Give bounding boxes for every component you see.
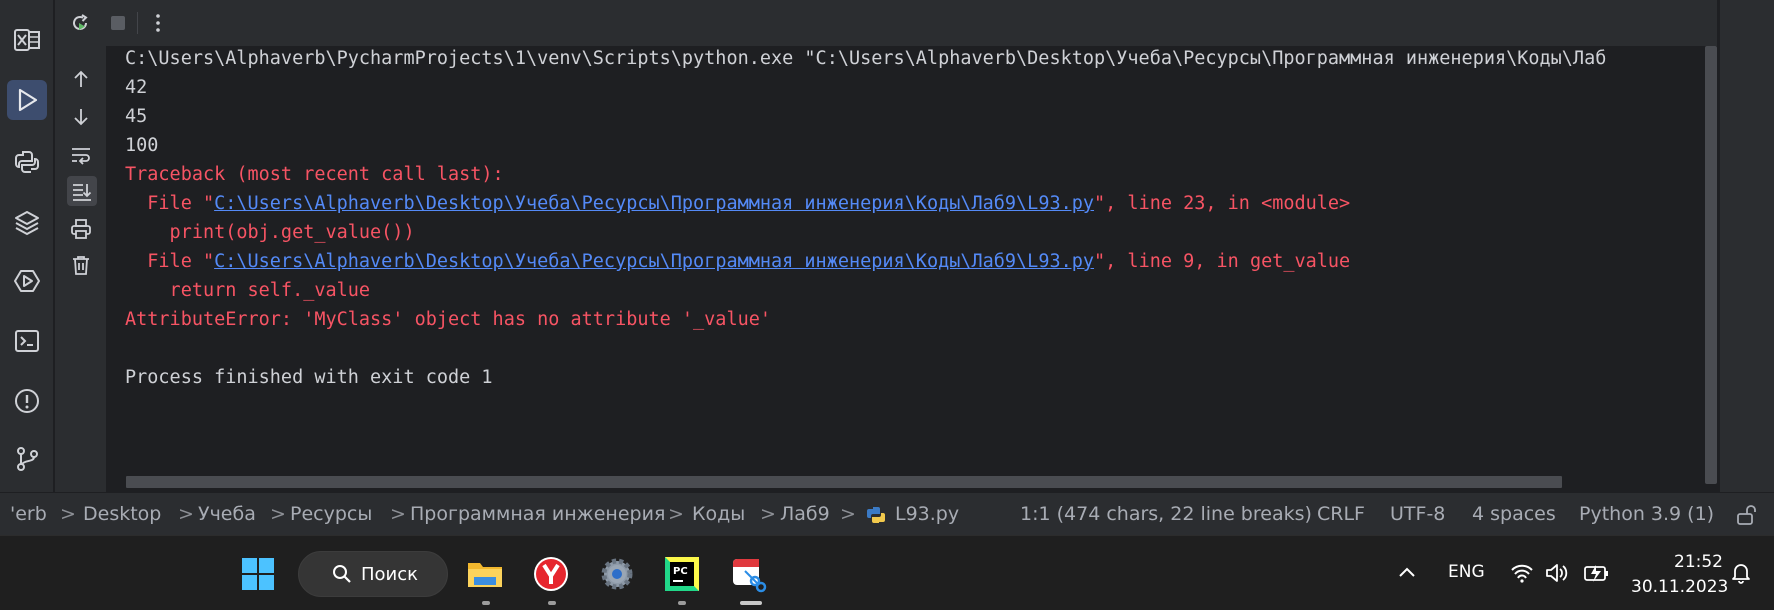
arrow-down-icon[interactable]: [68, 104, 94, 130]
error-message: AttributeError: 'MyClass' object has no …: [125, 309, 772, 330]
traceback-frame: File "C:\Users\Alphaverb\Desktop\Учеба\Р…: [125, 189, 1350, 219]
more-options-icon[interactable]: [145, 10, 171, 36]
breadcrumb-item[interactable]: Программная инженерия: [410, 493, 665, 536]
breadcrumb-item[interactable]: Коды: [692, 493, 745, 536]
frame-prefix: File ": [125, 251, 215, 272]
breadcrumb-item[interactable]: Учеба: [198, 493, 256, 536]
right-tool-strip: [1719, 0, 1774, 492]
volume-icon[interactable]: [1545, 562, 1569, 588]
frame-suffix: ", line 9, in get_value: [1094, 251, 1351, 272]
horizontal-scrollbar[interactable]: [126, 476, 1562, 488]
language-indicator[interactable]: ENG: [1448, 562, 1485, 582]
active-indicator: [740, 601, 762, 605]
svg-text:PC: PC: [673, 566, 688, 577]
breadcrumb-item[interactable]: Ресурсы: [290, 493, 372, 536]
frame-prefix: File ": [125, 193, 215, 214]
breadcrumb-separator: >: [668, 503, 684, 525]
caret-position[interactable]: 1:1 (474 chars, 22 line breaks): [1020, 493, 1312, 536]
breadcrumb-item[interactable]: Лаб9: [780, 493, 830, 536]
arrow-up-icon[interactable]: [68, 66, 94, 92]
indent-setting[interactable]: 4 spaces: [1472, 493, 1556, 536]
running-indicator: [482, 601, 490, 605]
breadcrumb-item[interactable]: Desktop: [83, 493, 161, 536]
clock-date[interactable]: 30.11.2023: [1631, 577, 1728, 597]
run-tool-icon[interactable]: [7, 80, 47, 120]
running-indicator: [548, 601, 556, 605]
python-console-icon[interactable]: [11, 146, 43, 178]
vertical-scrollbar[interactable]: [1705, 46, 1717, 484]
layers-icon[interactable]: [11, 206, 43, 238]
search-icon: [331, 563, 353, 589]
file-link[interactable]: C:\Users\Alphaverb\Desktop\Учеба\Ресурсы…: [214, 251, 1094, 272]
snipping-tool-icon[interactable]: [728, 554, 768, 594]
excel-icon[interactable]: [11, 24, 43, 56]
windows-start-icon[interactable]: [238, 554, 278, 594]
print-icon[interactable]: [68, 216, 94, 242]
python-file-icon: [866, 505, 886, 525]
breadcrumb-separator: >: [760, 503, 776, 525]
clock-time[interactable]: 21:52: [1674, 552, 1723, 572]
breadcrumb-item[interactable]: 'erb: [10, 493, 47, 536]
scroll-to-end-icon[interactable]: [67, 176, 97, 206]
battery-charging-icon[interactable]: [1582, 561, 1610, 589]
running-indicator: [678, 601, 686, 605]
services-icon[interactable]: [11, 265, 43, 297]
file-explorer-icon[interactable]: [465, 554, 505, 594]
status-bar: 'erb > Desktop > Учеба > Ресурсы > Прогр…: [0, 492, 1774, 535]
exit-message: Process finished with exit code 1: [125, 367, 493, 388]
interpreter[interactable]: Python 3.9 (1): [1579, 493, 1714, 536]
search-label: Поиск: [361, 564, 419, 585]
file-link[interactable]: C:\Users\Alphaverb\Desktop\Учеба\Ресурсы…: [214, 193, 1094, 214]
wifi-icon[interactable]: [1510, 562, 1534, 588]
traceback-code: return self._value: [125, 280, 371, 301]
frame-suffix: ", line 23, in <module>: [1094, 193, 1351, 214]
breadcrumb-separator: >: [840, 503, 856, 525]
terminal-icon[interactable]: [11, 325, 43, 357]
console-side-toolbar: [55, 46, 107, 492]
show-hidden-icons-chevron-icon[interactable]: [1396, 562, 1418, 588]
output-line: 42: [125, 77, 148, 98]
breadcrumb-separator: >: [60, 503, 76, 525]
line-ending[interactable]: CRLF: [1317, 493, 1365, 536]
taskbar-search[interactable]: Поиск: [298, 551, 448, 597]
unlock-icon[interactable]: [1735, 504, 1757, 526]
breadcrumb-separator: >: [178, 503, 194, 525]
tool-window-strip: [0, 0, 54, 492]
soft-wrap-icon[interactable]: [68, 142, 94, 168]
windows-taskbar: Поиск PC ENG 21:52 30.11.2023: [0, 535, 1774, 610]
trash-icon[interactable]: [68, 252, 94, 278]
notifications-bell-icon[interactable]: [1729, 560, 1753, 588]
breadcrumb-separator: >: [390, 503, 406, 525]
run-console-output[interactable]: C:\Users\Alphaverb\PycharmProjects\1\ven…: [108, 46, 1704, 492]
traceback-code: print(obj.get_value()): [125, 222, 415, 243]
problems-icon[interactable]: [11, 385, 43, 417]
breadcrumb-separator: >: [270, 503, 286, 525]
output-line: 100: [125, 135, 159, 156]
command-line: C:\Users\Alphaverb\PycharmProjects\1\ven…: [125, 48, 1607, 69]
file-encoding[interactable]: UTF-8: [1390, 493, 1445, 536]
rerun-icon[interactable]: [67, 10, 93, 36]
traceback-frame: File "C:\Users\Alphaverb\Desktop\Учеба\Р…: [125, 247, 1350, 277]
yandex-browser-icon[interactable]: [531, 554, 571, 594]
run-toolbar: [55, 0, 1717, 46]
git-icon[interactable]: [11, 443, 43, 475]
breadcrumb-item[interactable]: L93.py: [895, 493, 959, 536]
toolbar-divider: [137, 12, 138, 34]
traceback-header: Traceback (most recent call last):: [125, 164, 504, 185]
output-line: 45: [125, 106, 148, 127]
settings-gear-icon[interactable]: [597, 554, 637, 594]
stop-icon[interactable]: [105, 10, 131, 36]
pycharm-icon[interactable]: PC: [662, 554, 702, 594]
